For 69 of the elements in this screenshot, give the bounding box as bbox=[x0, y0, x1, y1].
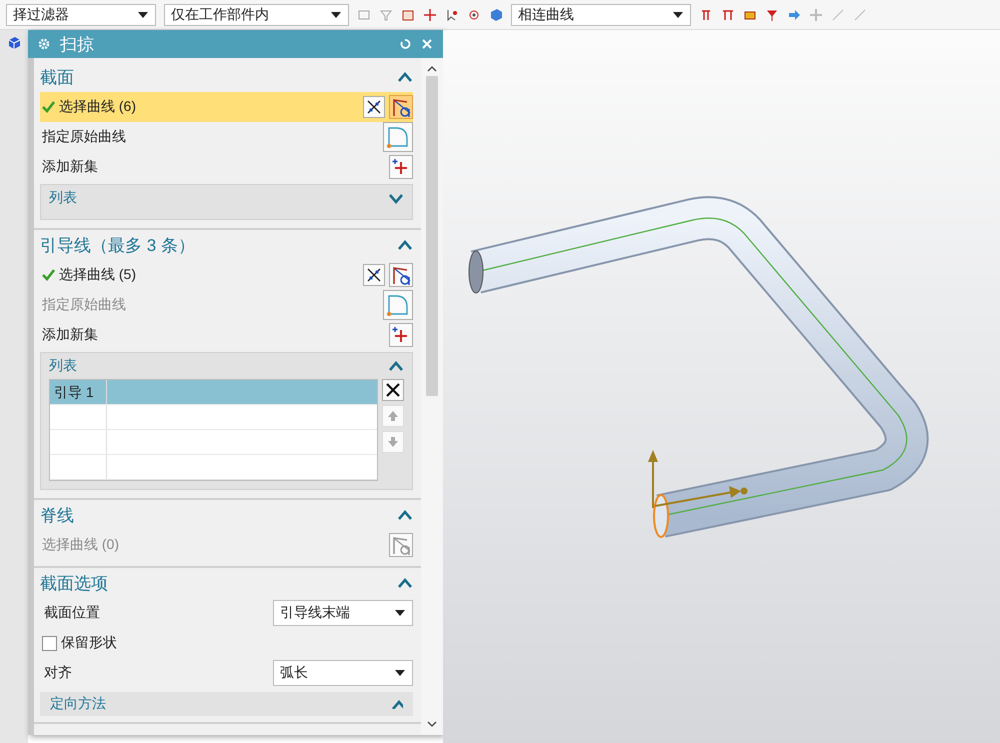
list-title[interactable]: 列表 bbox=[49, 189, 77, 207]
add-set-button[interactable] bbox=[389, 323, 413, 347]
field-label: 添加新集 bbox=[42, 326, 98, 344]
caret-icon bbox=[330, 10, 342, 18]
close-icon[interactable] bbox=[421, 38, 433, 50]
reverse-direction-icon bbox=[365, 98, 383, 116]
add-set-button[interactable] bbox=[389, 155, 413, 179]
remove-button[interactable] bbox=[382, 379, 404, 401]
section-title[interactable]: 引导线（最多 3 条） bbox=[40, 234, 195, 256]
collapse-icon[interactable] bbox=[397, 70, 413, 84]
cube-icon[interactable] bbox=[489, 8, 503, 22]
caret-icon bbox=[672, 10, 684, 18]
field-label: 添加新集 bbox=[42, 158, 98, 176]
filter-dropdown[interactable]: 择过滤器 bbox=[6, 4, 156, 26]
list-row[interactable]: 引导 1 bbox=[50, 380, 377, 405]
caret-icon bbox=[137, 10, 149, 18]
field-label: 对齐 bbox=[43, 664, 72, 682]
collapse-icon[interactable] bbox=[397, 508, 413, 522]
table-cell: 引导 1 bbox=[50, 380, 107, 404]
select-curve-icon bbox=[391, 97, 411, 117]
field-label: 指定原始曲线 bbox=[42, 296, 126, 314]
subsection-title[interactable]: 定向方法 bbox=[50, 695, 106, 713]
section-title[interactable]: 截面选项 bbox=[40, 572, 108, 594]
expand-icon[interactable] bbox=[388, 192, 404, 204]
select-curve-icon bbox=[391, 535, 411, 555]
settings-icon[interactable] bbox=[38, 38, 50, 50]
reverse-direction-icon bbox=[365, 266, 383, 284]
option-dropdown[interactable]: 引导线末端 bbox=[273, 600, 413, 626]
remove-icon bbox=[384, 381, 402, 399]
select-curve-button[interactable] bbox=[389, 95, 413, 119]
checkbox-label: 保留形状 bbox=[61, 634, 117, 652]
select-curve-icon bbox=[391, 265, 411, 285]
collapse-icon[interactable] bbox=[397, 576, 413, 590]
section-title[interactable]: 截面 bbox=[40, 66, 74, 88]
selection-label: 选择曲线 (5) bbox=[59, 266, 136, 284]
field-label: 截面位置 bbox=[43, 604, 100, 622]
origin-curve-icon bbox=[386, 293, 410, 317]
option-dropdown[interactable]: 弧长 bbox=[273, 660, 413, 686]
field-label: 指定原始曲线 bbox=[42, 128, 126, 146]
list-title[interactable]: 列表 bbox=[49, 357, 77, 375]
scrollbar-thumb[interactable] bbox=[426, 76, 438, 396]
pipe-model-drawing[interactable] bbox=[468, 196, 928, 538]
section-title[interactable]: 脊线 bbox=[40, 504, 74, 526]
select-curve-button[interactable] bbox=[389, 263, 413, 287]
point-snap-icon[interactable] bbox=[467, 8, 481, 22]
curve-rule-dropdown[interactable]: 相连曲线 bbox=[511, 4, 691, 26]
collapse-icon[interactable] bbox=[397, 238, 413, 252]
scroll-up-icon[interactable] bbox=[427, 66, 437, 72]
axis-arrows-icon[interactable] bbox=[648, 450, 748, 508]
dialog-title: 扫掠 bbox=[60, 34, 94, 56]
window-icon[interactable] bbox=[401, 8, 415, 22]
caret-icon bbox=[394, 669, 406, 677]
crosshair-icon[interactable] bbox=[423, 8, 437, 22]
caret-icon bbox=[394, 609, 406, 617]
reverse-direction-button[interactable] bbox=[363, 96, 385, 118]
collapse-icon[interactable] bbox=[391, 699, 403, 709]
scope-dropdown[interactable]: 仅在工作部件内 bbox=[164, 4, 349, 26]
part-icon[interactable] bbox=[7, 36, 21, 50]
reverse-direction-button[interactable] bbox=[363, 264, 385, 286]
scrollbar[interactable] bbox=[421, 58, 443, 735]
reset-icon[interactable] bbox=[399, 38, 411, 50]
selection-label: 选择曲线 (0) bbox=[42, 536, 119, 554]
checkbox[interactable] bbox=[42, 636, 57, 650]
selection-label: 选择曲线 (6) bbox=[59, 98, 136, 116]
collapse-icon[interactable] bbox=[388, 360, 404, 372]
origin-curve-icon bbox=[386, 125, 410, 149]
active-selection-row[interactable]: 选择曲线 (6) bbox=[40, 92, 413, 122]
scroll-down-icon[interactable] bbox=[427, 721, 437, 727]
arrow-right-icon[interactable] bbox=[787, 8, 801, 22]
